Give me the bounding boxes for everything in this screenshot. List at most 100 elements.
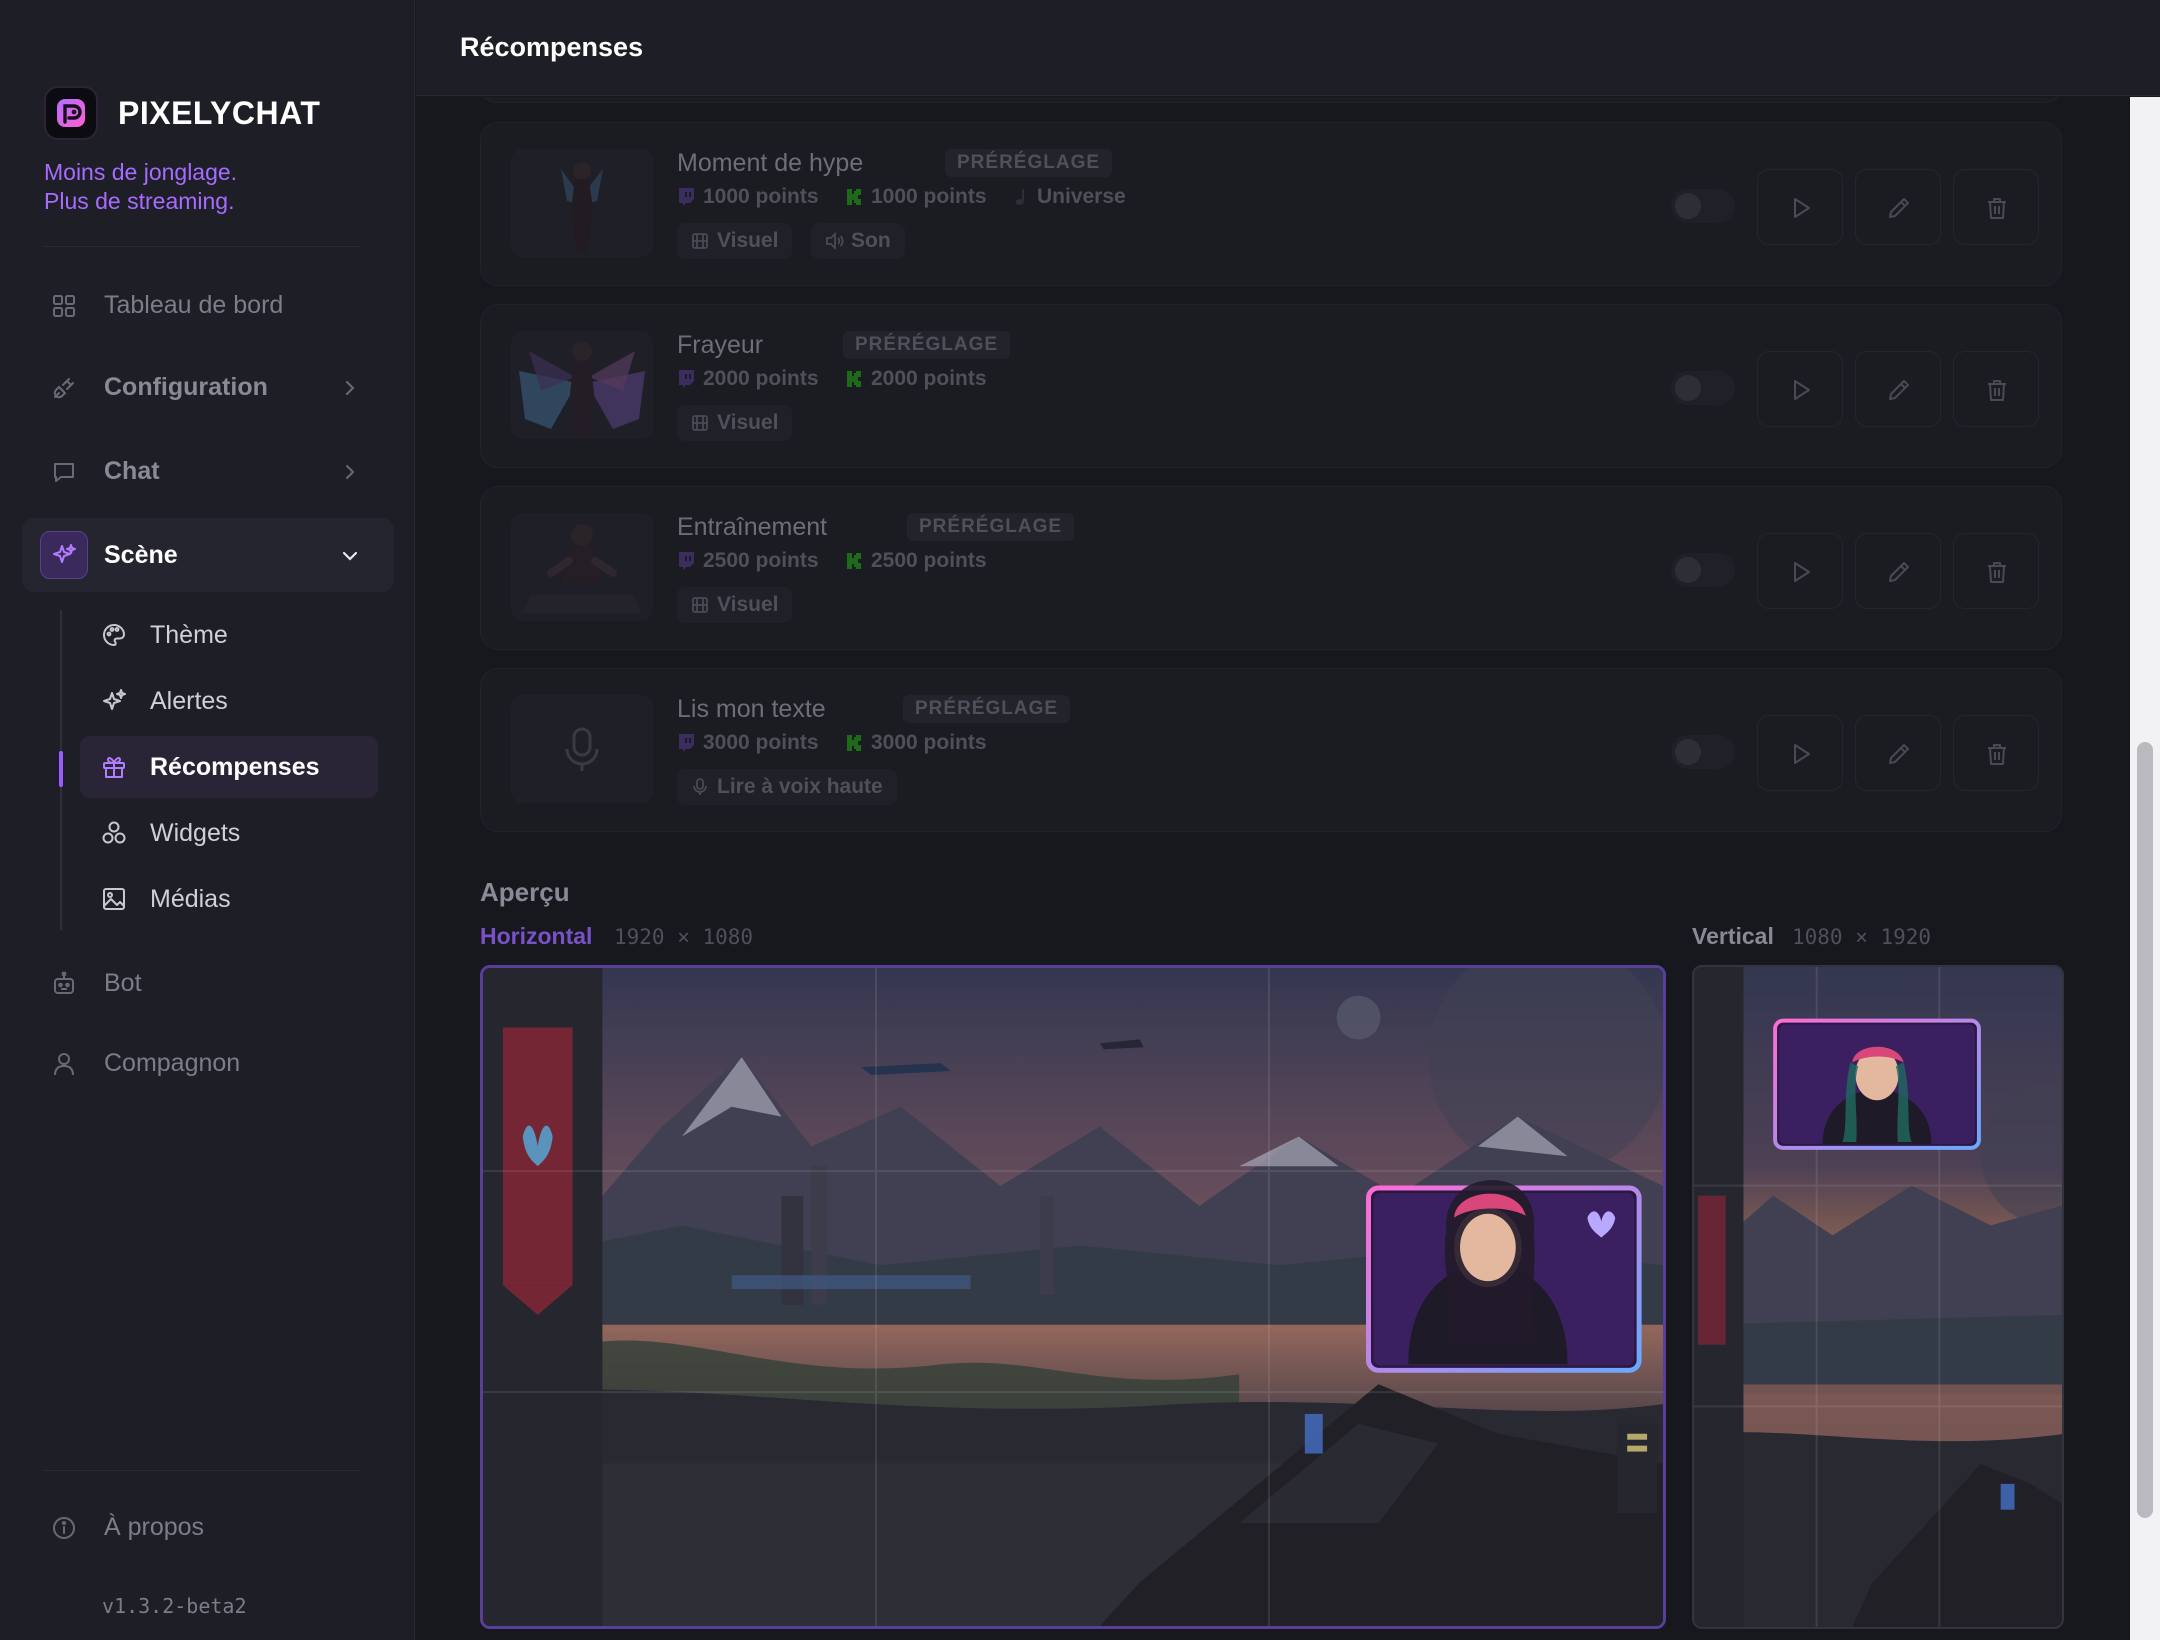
trash-icon bbox=[1988, 744, 2006, 765]
twitch-icon bbox=[679, 370, 694, 388]
sidebar-subitem-label: Alertes bbox=[150, 686, 228, 715]
chip-label: Lire à voix haute bbox=[717, 775, 883, 798]
sidebar-item-label: Configuration bbox=[104, 372, 268, 401]
twitch-points: 2500 points bbox=[703, 549, 819, 572]
main-content: Moment de hype PRÉRÉGLAGE 1000 points 10… bbox=[416, 97, 2130, 1640]
chip-visual: Visuel bbox=[677, 587, 793, 623]
grid-icon bbox=[53, 295, 75, 317]
info-icon bbox=[53, 1517, 75, 1539]
edit-button[interactable] bbox=[1855, 715, 1941, 791]
test-button[interactable] bbox=[1757, 715, 1843, 791]
microphone-icon bbox=[693, 778, 707, 795]
test-button[interactable] bbox=[1757, 169, 1843, 245]
sidebar-item-companion[interactable]: Compagnon bbox=[22, 1026, 394, 1100]
sound-name: Universe bbox=[1013, 185, 1126, 209]
twitch-cost: 2500 points bbox=[677, 549, 819, 573]
sidebar-item-about[interactable]: À propos bbox=[22, 1490, 394, 1564]
edit-button[interactable] bbox=[1855, 351, 1941, 427]
app-version: v1.3.2-beta2 bbox=[102, 1594, 247, 1618]
kick-points: 1000 points bbox=[871, 185, 987, 208]
chevron-down-icon bbox=[342, 551, 358, 561]
kick-points: 2500 points bbox=[871, 549, 987, 572]
chat-bubble-icon bbox=[54, 463, 74, 482]
toggle-knob bbox=[1675, 557, 1701, 583]
sidebar-subitem-widgets[interactable]: Widgets bbox=[80, 802, 378, 864]
test-button[interactable] bbox=[1757, 533, 1843, 609]
kick-cost: 1000 points bbox=[845, 185, 987, 209]
kick-icon bbox=[847, 371, 861, 387]
delete-button[interactable] bbox=[1953, 533, 2039, 609]
chip-label: Visuel bbox=[717, 411, 779, 434]
kick-icon bbox=[847, 189, 861, 205]
enable-toggle[interactable] bbox=[1671, 735, 1735, 769]
play-icon bbox=[1794, 562, 1810, 582]
chip-label: Visuel bbox=[717, 229, 779, 252]
delete-button[interactable] bbox=[1953, 169, 2039, 245]
sidebar-item-label: À propos bbox=[104, 1513, 205, 1541]
sidebar-item-chat[interactable]: Chat bbox=[22, 434, 394, 508]
sidebar-subitem-alerts[interactable]: Alertes bbox=[80, 670, 378, 732]
horizontal-dimensions: 1920 × 1080 bbox=[614, 925, 754, 949]
sidebar-subitem-theme[interactable]: Thème bbox=[80, 604, 378, 666]
horizontal-preview[interactable] bbox=[480, 965, 1666, 1629]
reward-thumbnail bbox=[511, 331, 653, 439]
twitch-icon bbox=[679, 734, 694, 752]
robot-icon bbox=[54, 971, 74, 994]
sidebar-subitem-label: Médias bbox=[150, 884, 231, 913]
trash-icon bbox=[1988, 380, 2006, 401]
sidebar-item-scene[interactable]: Scène bbox=[22, 518, 394, 592]
kick-points: 3000 points bbox=[871, 731, 987, 754]
scrollbar-thumb[interactable] bbox=[2137, 742, 2153, 1518]
play-icon bbox=[1794, 380, 1810, 400]
test-button[interactable] bbox=[1757, 351, 1843, 427]
user-icon bbox=[54, 1053, 74, 1076]
kick-cost: 2500 points bbox=[845, 549, 987, 573]
sidebar-item-dashboard[interactable]: Tableau de bord bbox=[22, 268, 394, 342]
tagline-line-1: Moins de jonglage. bbox=[44, 159, 238, 185]
twitch-points: 1000 points bbox=[703, 185, 819, 208]
twitch-cost: 1000 points bbox=[677, 185, 819, 209]
vertical-preview[interactable] bbox=[1692, 965, 2064, 1629]
music-note-icon bbox=[1015, 189, 1024, 205]
brand[interactable]: PIXELYCHAT bbox=[44, 86, 320, 140]
reward-name: Lis mon texte bbox=[677, 695, 826, 723]
preset-badge: PRÉRÉGLAGE bbox=[903, 695, 1071, 723]
chip-visual: Visuel bbox=[677, 223, 793, 259]
sidebar: PIXELYCHAT Moins de jonglage. Plus de st… bbox=[0, 0, 415, 1640]
reward-card: Lis mon texte PRÉRÉGLAGE 3000 points 300… bbox=[480, 668, 2062, 832]
tab-horizontal[interactable]: Horizontal bbox=[480, 923, 592, 950]
page-header: Récompenses bbox=[416, 0, 2160, 96]
edit-button[interactable] bbox=[1855, 533, 1941, 609]
sidebar-item-bot[interactable]: Bot bbox=[22, 946, 394, 1020]
pencil-icon bbox=[1889, 380, 1909, 400]
sidebar-subitem-media[interactable]: Médias bbox=[80, 868, 378, 930]
gift-icon bbox=[103, 757, 125, 778]
enable-toggle[interactable] bbox=[1671, 189, 1735, 223]
chevron-right-icon bbox=[346, 465, 355, 479]
twitch-points: 3000 points bbox=[703, 731, 819, 754]
enable-toggle[interactable] bbox=[1671, 371, 1735, 405]
sidebar-item-label: Bot bbox=[104, 968, 142, 997]
sparkles-icon bbox=[40, 531, 88, 579]
divider bbox=[44, 1470, 359, 1471]
reward-card bbox=[480, 97, 2062, 103]
trash-icon bbox=[1988, 562, 2006, 583]
delete-button[interactable] bbox=[1953, 351, 2039, 427]
tab-vertical[interactable]: Vertical bbox=[1692, 923, 1774, 950]
sidebar-item-configuration[interactable]: Configuration bbox=[22, 350, 394, 424]
reward-name: Moment de hype bbox=[677, 149, 864, 177]
sidebar-item-label: Tableau de bord bbox=[104, 290, 284, 319]
reward-thumbnail bbox=[511, 695, 653, 803]
delete-button[interactable] bbox=[1953, 715, 2039, 791]
enable-toggle[interactable] bbox=[1671, 553, 1735, 587]
sidebar-subitem-label: Thème bbox=[150, 620, 228, 649]
edit-button[interactable] bbox=[1855, 169, 1941, 245]
sidebar-subitem-rewards[interactable]: Récompenses bbox=[80, 736, 378, 798]
twitch-cost: 2000 points bbox=[677, 367, 819, 391]
pencil-icon bbox=[1889, 198, 1909, 218]
reward-card: Entraînement PRÉRÉGLAGE 2500 points 2500… bbox=[480, 486, 2062, 650]
app-name: PIXELYCHAT bbox=[118, 94, 321, 131]
twitch-icon bbox=[679, 188, 694, 206]
sidebar-item-label: Compagnon bbox=[104, 1048, 241, 1077]
twitch-points: 2000 points bbox=[703, 367, 819, 390]
